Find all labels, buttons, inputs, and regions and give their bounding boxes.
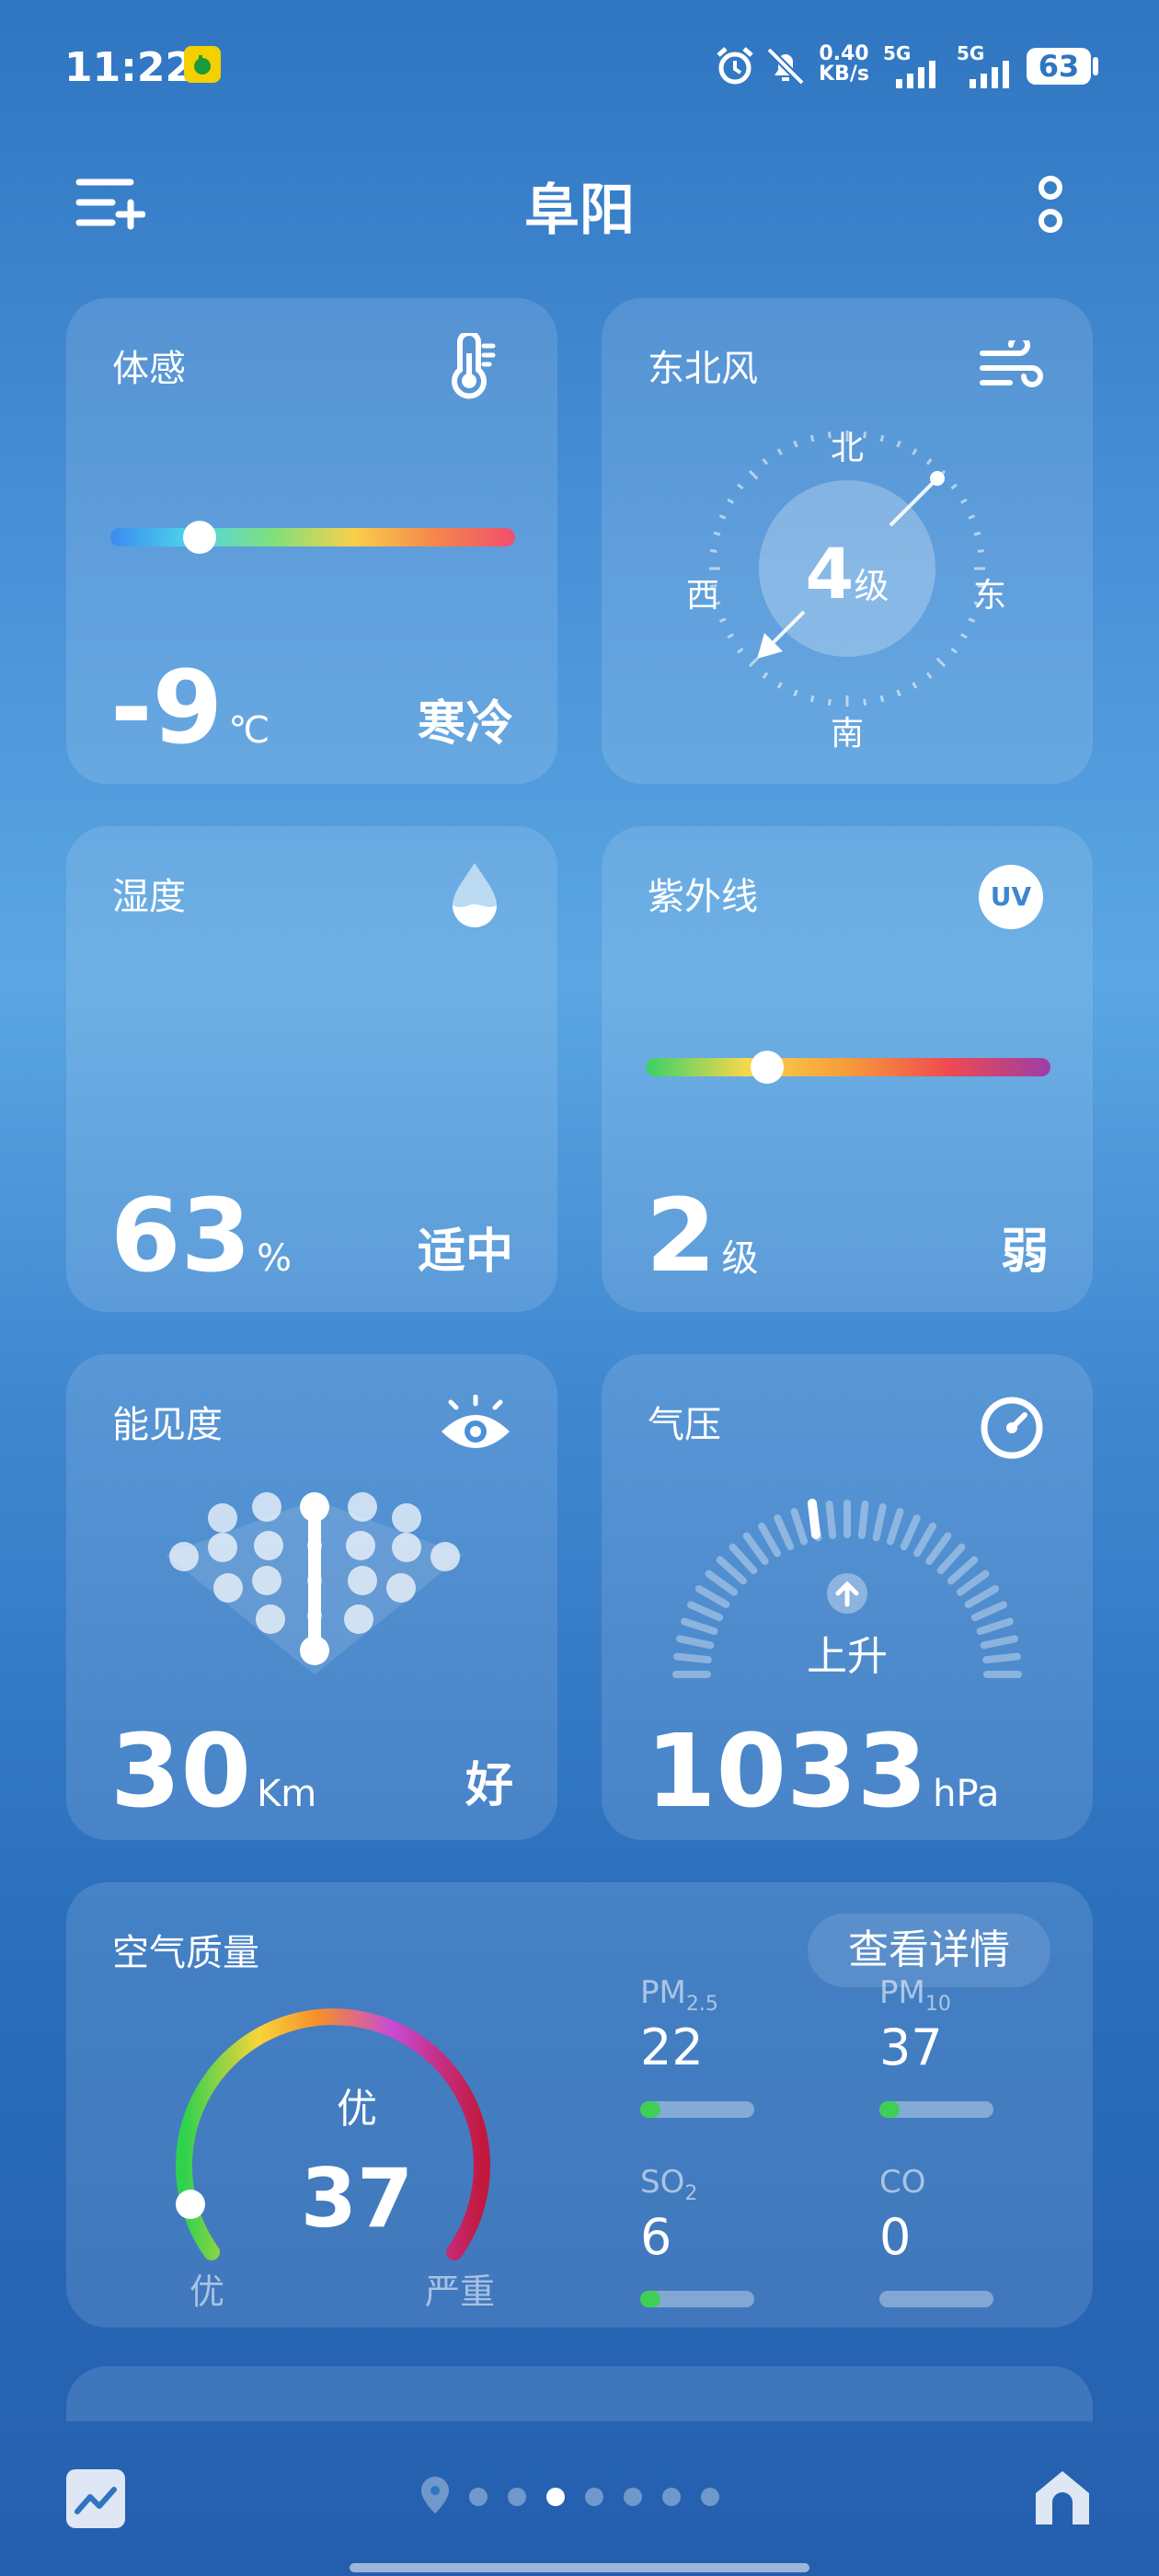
pollutant-so2-label: SO2	[640, 2164, 698, 2205]
pollutant-co-label: CO	[879, 2164, 926, 2201]
uv-title: 紫外线	[648, 876, 758, 918]
pressure-unit: hPa	[933, 1773, 1000, 1815]
page-dot[interactable]	[701, 2488, 719, 2506]
gesture-bar[interactable]	[350, 2563, 809, 2572]
air-quality-title: 空气质量	[112, 1932, 259, 1974]
water-drop-icon	[447, 859, 502, 933]
uv-desc: 弱	[1000, 1225, 1049, 1280]
gauge-icon	[979, 1395, 1045, 1465]
visibility-title: 能见度	[112, 1404, 223, 1446]
battery-indicator: 63	[1027, 48, 1091, 85]
air-quality-card[interactable]: 空气质量 查看详情 优 37 优 严重 PM2.5 22 PM10 37 SO2…	[66, 1882, 1093, 2328]
pollutant-pm25-label: PM2.5	[640, 1974, 718, 2016]
humidity-card[interactable]: 湿度 63% 适中	[66, 826, 557, 1312]
visibility-unit: Km	[257, 1773, 317, 1815]
humidity-unit: %	[257, 1237, 293, 1280]
uv-value: 2	[646, 1177, 717, 1294]
pollutant-pm10-label: PM10	[879, 1974, 951, 2016]
page-dot[interactable]	[662, 2488, 681, 2506]
home-icon[interactable]	[1030, 2466, 1095, 2534]
feels-like-title: 体感	[112, 348, 186, 390]
net-speed-unit: KB/s	[819, 63, 869, 86]
humidity-title: 湿度	[112, 876, 186, 918]
net-speed-value: 0.40	[819, 42, 869, 65]
humidity-value: 63	[110, 1177, 252, 1294]
wind-card[interactable]: 东北风 北 南 西 东 4级	[602, 298, 1093, 784]
wind-level-value: 4	[805, 533, 855, 615]
pollutant-pm10-value: 37	[879, 2018, 943, 2076]
aqi-scale-max: 严重	[425, 2271, 496, 2312]
page-dot[interactable]	[469, 2488, 488, 2506]
feels-like-card[interactable]: 体感 -9 ℃ 寒冷	[66, 298, 557, 784]
uv-unit: 级	[721, 1237, 759, 1280]
compass-north: 北	[830, 430, 864, 467]
visibility-graphic	[166, 1492, 464, 1674]
feels-like-value: -9	[110, 649, 224, 766]
pollutant-so2-bar	[640, 2291, 754, 2307]
aqi-value: 37	[300, 2151, 414, 2246]
uv-card[interactable]: 紫外线 UV 2级 弱	[602, 826, 1093, 1312]
mute-bell-icon	[763, 44, 808, 92]
next-card-peek	[66, 2366, 1093, 2421]
more-icon[interactable]	[1032, 175, 1069, 243]
pollutant-pm10-bar	[879, 2101, 993, 2118]
thermometer-icon	[445, 330, 500, 403]
status-time: 11:22	[64, 44, 194, 91]
feels-like-desc: 寒冷	[417, 696, 513, 752]
pollutant-pm25-bar	[640, 2101, 754, 2118]
uv-knob	[751, 1051, 784, 1084]
page-dot[interactable]	[508, 2488, 526, 2506]
pressure-value: 1033	[646, 1712, 928, 1830]
wind-level-unit: 级	[854, 566, 889, 606]
pressure-card[interactable]: 气压 上升 1033 hPa	[602, 1354, 1093, 1840]
visibility-value: 30	[110, 1712, 252, 1830]
visibility-desc: 好	[465, 1758, 513, 1813]
pollutant-so2-value: 6	[640, 2208, 672, 2266]
pressure-trend: 上升	[807, 1633, 888, 1680]
pressure-title: 气压	[648, 1404, 721, 1446]
visibility-card[interactable]: 能见度 30 Km 好	[66, 1354, 557, 1840]
wind-icon	[979, 334, 1043, 399]
page-dot[interactable]	[624, 2488, 642, 2506]
battery-tip	[1093, 57, 1098, 75]
feels-like-scale	[110, 528, 515, 546]
eye-icon	[438, 1394, 513, 1457]
humidity-desc: 适中	[417, 1225, 513, 1280]
pollutant-co-value: 0	[879, 2208, 912, 2266]
pollutant-pm25-value: 22	[640, 2018, 704, 2076]
uv-scale	[646, 1058, 1050, 1076]
page-dot[interactable]	[585, 2488, 603, 2506]
uv-icon: UV	[979, 865, 1043, 929]
page-title: 阜阳	[524, 178, 635, 243]
music-app-icon	[184, 46, 221, 83]
feels-like-unit: ℃	[228, 709, 270, 752]
alarm-icon	[713, 44, 757, 92]
compass-south: 南	[830, 715, 864, 753]
wind-title: 东北风	[648, 348, 758, 390]
location-pin-icon[interactable]	[419, 2475, 451, 2519]
feels-like-knob	[182, 521, 216, 554]
pollutant-co-bar	[879, 2291, 993, 2307]
trend-chart-icon[interactable]	[66, 2469, 125, 2528]
page-dot[interactable]	[546, 2488, 565, 2506]
aqi-scale-min: 优	[189, 2271, 225, 2312]
aqi-level: 优	[337, 2086, 377, 2133]
